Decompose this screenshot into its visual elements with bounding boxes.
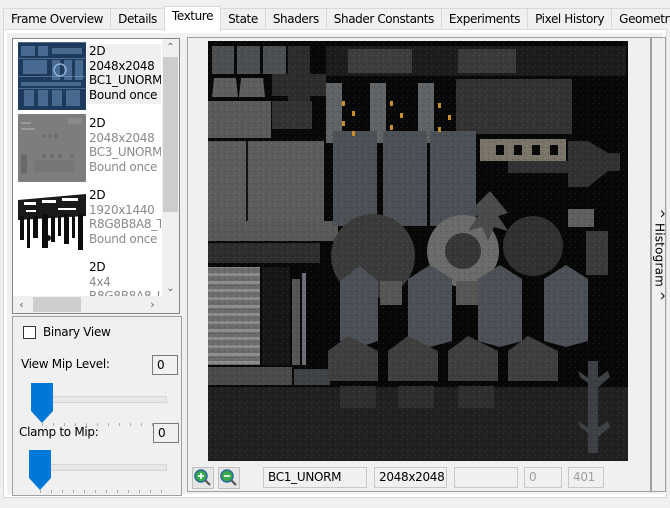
texture-list-vertical-scrollbar[interactable]: ⌃ ⌄ bbox=[162, 39, 179, 297]
view-mip-slider-track[interactable] bbox=[43, 396, 167, 403]
binary-view-checkbox-row[interactable]: Binary View bbox=[23, 325, 111, 339]
tab-frame-overview[interactable]: Frame Overview bbox=[3, 8, 112, 30]
binary-view-label: Binary View bbox=[43, 325, 111, 339]
texture-canvas[interactable] bbox=[208, 41, 628, 461]
chevron-down-icon[interactable]: ⌄ bbox=[162, 280, 179, 297]
tab-details[interactable]: Details bbox=[110, 8, 165, 30]
mip-controls-panel: Binary View View Mip Level: 0 Clamp to M… bbox=[12, 316, 182, 496]
texture-type: 2D bbox=[89, 260, 106, 274]
texture-size: 1920x1440 bbox=[89, 202, 155, 217]
tab-pixel-history[interactable]: Pixel History bbox=[527, 8, 613, 30]
tab-shaders[interactable]: Shaders bbox=[264, 8, 327, 30]
texture-atlas-image bbox=[208, 41, 628, 461]
clamp-to-mip-label: Clamp to Mip: bbox=[19, 425, 99, 439]
texture-list-item[interactable]: 2D 2048x2048 BC3_UNORM Bound once bbox=[13, 111, 161, 183]
texture-binding: Bound once bbox=[89, 159, 158, 174]
texture-size: 2048x2048 bbox=[89, 58, 155, 73]
coord-x-field: 0 bbox=[524, 467, 562, 488]
binary-view-checkbox[interactable] bbox=[23, 325, 36, 339]
texture-thumbnail bbox=[18, 42, 86, 110]
pixel-value-field bbox=[454, 467, 518, 488]
texture-info: 2D 2048x2048 BC1_UNORM Bound once bbox=[87, 44, 161, 104]
zoom-out-icon bbox=[220, 469, 237, 486]
coord-y-field: 401 bbox=[568, 467, 604, 488]
texture-format: BC1_UNORM bbox=[89, 73, 161, 87]
texture-binding: Bound once bbox=[89, 87, 158, 102]
texture-list-item[interactable]: 2D 2048x2048 BC1_UNORM Bound once bbox=[13, 39, 161, 111]
texture-format: BC3_UNORM bbox=[89, 145, 161, 159]
texture-info: 2D 4x4 R8G8B8A8_U bbox=[87, 260, 161, 297]
texture-viewer-panel: BC1_UNORM 2048x2048 0 401 bbox=[187, 37, 651, 492]
texture-format: R8G8B8A8_T bbox=[89, 217, 161, 231]
texture-list-horizontal-scrollbar[interactable]: ‹ › bbox=[13, 296, 179, 313]
clamp-mip-slider-track[interactable] bbox=[43, 464, 167, 471]
view-mip-level-input[interactable]: 0 bbox=[152, 355, 178, 375]
texture-list-item[interactable]: 2D 4x4 R8G8B8A8_U bbox=[13, 255, 161, 297]
texture-thumbnail bbox=[18, 114, 86, 182]
dimensions-field: 2048x2048 bbox=[374, 467, 447, 488]
texture-list[interactable]: 2D 2048x2048 BC1_UNORM Bound once 2D 204… bbox=[12, 38, 180, 314]
texture-size: 2048x2048 bbox=[89, 130, 155, 145]
format-field: BC1_UNORM bbox=[263, 467, 367, 488]
tab-shader-constants[interactable]: Shader Constants bbox=[325, 8, 442, 30]
tab-texture[interactable]: Texture bbox=[163, 6, 222, 31]
tab-geometry[interactable]: Geometry bbox=[611, 8, 670, 30]
horizontal-scroll-thumb[interactable] bbox=[33, 297, 81, 312]
histogram-toggle[interactable]: ^ Histogram ^ bbox=[651, 37, 667, 492]
texture-inspector-window: Frame Overview Details Texture State Sha… bbox=[0, 0, 670, 508]
tab-state[interactable]: State bbox=[220, 8, 266, 30]
zoom-in-button[interactable] bbox=[192, 467, 214, 489]
clamp-to-mip-input[interactable]: 0 bbox=[153, 423, 179, 443]
view-mip-level-label: View Mip Level: bbox=[21, 357, 110, 371]
zoom-out-button[interactable] bbox=[218, 467, 240, 489]
chevron-right-icon[interactable]: › bbox=[144, 296, 161, 313]
histogram-label: ^ Histogram ^ bbox=[652, 208, 667, 302]
texture-thumbnail bbox=[18, 258, 86, 297]
texture-list-item[interactable]: 2D 1920x1440 R8G8B8A8_T Bound once bbox=[13, 183, 161, 255]
texture-binding: Bound once bbox=[89, 231, 158, 246]
clamp-mip-slider-ticks bbox=[40, 490, 170, 494]
tab-experiments[interactable]: Experiments bbox=[440, 8, 529, 30]
texture-type: 2D bbox=[89, 188, 106, 202]
chevron-left-icon[interactable]: ‹ bbox=[13, 296, 30, 313]
texture-type: 2D bbox=[89, 116, 106, 130]
zoom-in-icon bbox=[194, 469, 211, 486]
tab-bar: Frame Overview Details Texture State Sha… bbox=[3, 6, 670, 31]
vertical-scroll-thumb[interactable] bbox=[163, 57, 178, 212]
texture-type: 2D bbox=[89, 44, 106, 58]
view-mip-slider-thumb[interactable] bbox=[30, 383, 54, 423]
texture-info: 2D 1920x1440 R8G8B8A8_T Bound once bbox=[87, 188, 161, 248]
clamp-mip-slider-thumb[interactable] bbox=[28, 450, 52, 490]
texture-info: 2D 2048x2048 BC3_UNORM Bound once bbox=[87, 116, 161, 176]
texture-thumbnail bbox=[18, 186, 86, 254]
texture-size: 4x4 bbox=[89, 274, 111, 289]
chevron-up-icon[interactable]: ⌃ bbox=[162, 39, 179, 56]
